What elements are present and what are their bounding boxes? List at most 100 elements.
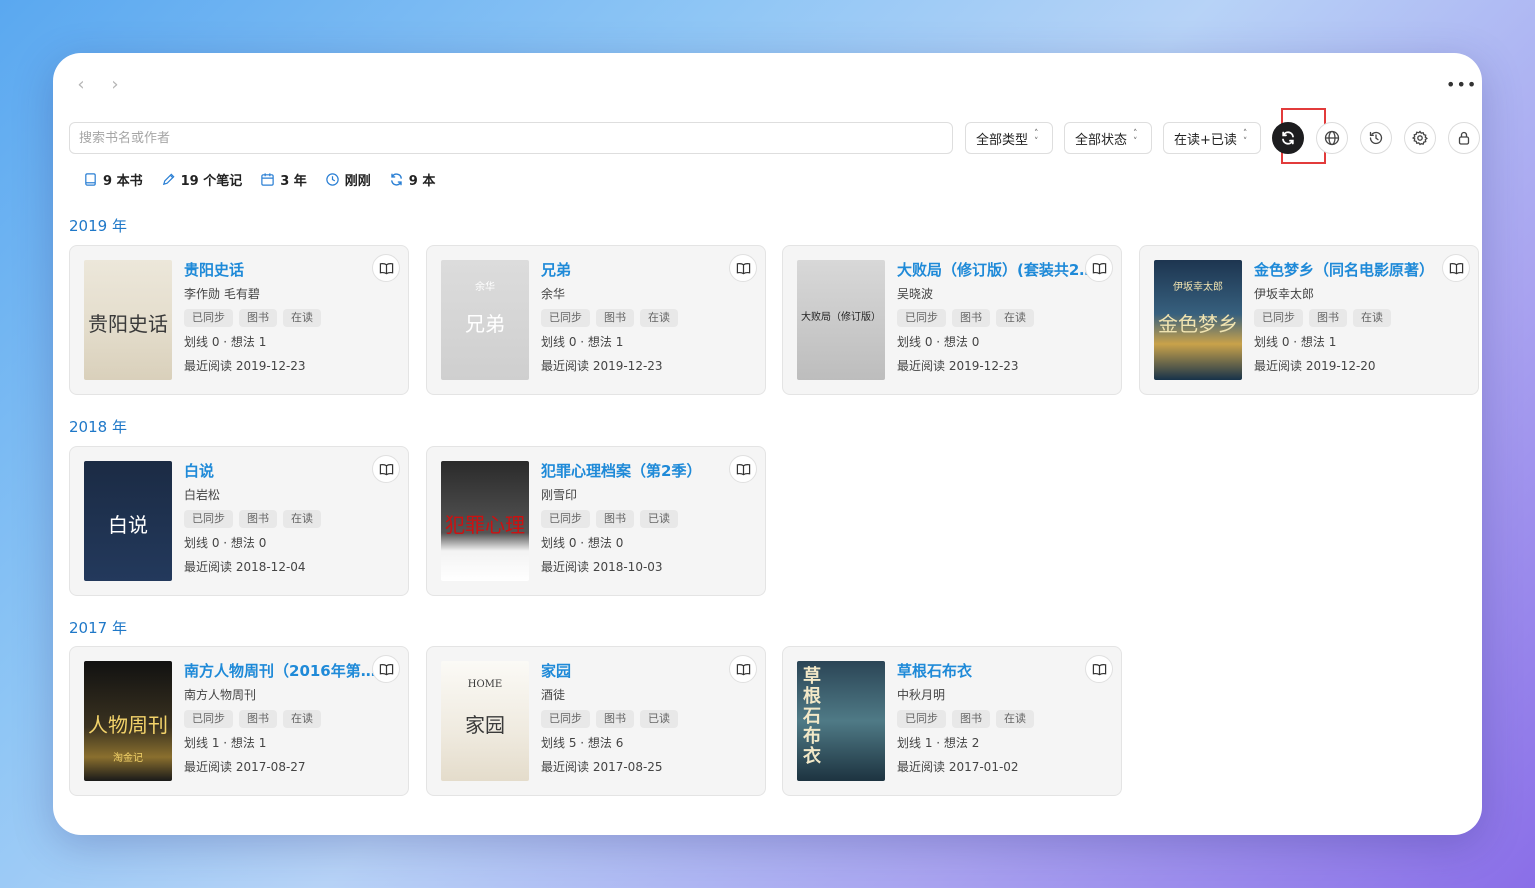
book-cover[interactable]: 家园 HOME: [441, 661, 529, 781]
book-card[interactable]: 犯罪心理 犯罪心理档案（第2季） 刚雪印 已同步 图书 已读 划线 0 · 想法…: [426, 446, 766, 596]
settings-button[interactable]: [1404, 122, 1436, 154]
book-last-read: 最近阅读 2018-10-03: [541, 560, 663, 574]
book-card[interactable]: 人物周刊 淘金记 南方人物周刊（2016年第24期） 南方人物周刊 已同步 图书…: [69, 646, 409, 796]
lock-icon: [1458, 131, 1470, 145]
book-card[interactable]: 家园 HOME 家园 酒徒 已同步 图书 已读 划线 5 · 想法 6 最近阅读…: [426, 646, 766, 796]
open-book-icon: [379, 463, 393, 475]
book-cover[interactable]: 贵阳史话: [84, 260, 172, 380]
tag-type: 图书: [239, 510, 277, 528]
open-book-button[interactable]: [372, 655, 400, 683]
book-title[interactable]: 草根石布衣: [897, 660, 1097, 682]
book-card[interactable]: 兄弟 余华 兄弟 余华 已同步 图书 在读 划线 0 · 想法 1 最近阅读 2…: [426, 245, 766, 395]
cover-subtitle: 余华: [475, 282, 495, 293]
book-tags: 已同步 图书 在读: [184, 710, 384, 728]
globe-button[interactable]: [1316, 122, 1348, 154]
book-counts: 划线 0 · 想法 1: [541, 335, 624, 349]
open-book-button[interactable]: [729, 655, 757, 683]
book-info: 兄弟 余华 已同步 图书 在读 划线 0 · 想法 1 最近阅读 2019-12…: [541, 259, 741, 375]
book-tags: 已同步 图书 已读: [541, 710, 741, 728]
cover-title: 金色梦乡: [1158, 312, 1238, 336]
sync-button[interactable]: [1272, 122, 1304, 154]
book-counts: 划线 5 · 想法 6: [541, 736, 624, 750]
tag-type: 图书: [596, 710, 634, 728]
book-counts: 划线 1 · 想法 1: [184, 736, 267, 750]
open-book-button[interactable]: [729, 455, 757, 483]
book-cover[interactable]: 兄弟 余华: [441, 260, 529, 380]
open-book-icon: [1449, 262, 1463, 274]
book-title[interactable]: 贵阳史话: [184, 259, 384, 281]
tag-sync: 已同步: [184, 309, 233, 327]
chevron-updown-icon: ˄ ˅: [1034, 129, 1039, 147]
tag-sync: 已同步: [1254, 309, 1303, 327]
book-title[interactable]: 白说: [184, 460, 384, 482]
chevron-updown-icon: ˄ ˅: [1242, 129, 1248, 147]
book-card[interactable]: 大败局（修订版） 大败局（修订版）(套装共2册) 吴晓波 已同步 图书 在读 划…: [782, 245, 1122, 395]
book-card[interactable]: 贵阳史话 贵阳史话 李作勋 毛有碧 已同步 图书 在读 划线 0 · 想法 1 …: [69, 245, 409, 395]
more-icon[interactable]: •••: [1446, 75, 1476, 95]
stat-time: 刚刚: [325, 170, 371, 189]
book-cover[interactable]: 金色梦乡 伊坂幸太郎: [1154, 260, 1242, 380]
book-counts: 划线 0 · 想法 1: [1254, 335, 1337, 349]
open-book-button[interactable]: [1085, 254, 1113, 282]
book-card[interactable]: 白说 白说 白岩松 已同步 图书 在读 划线 0 · 想法 0 最近阅读 201…: [69, 446, 409, 596]
cover-title: 兄弟: [465, 312, 505, 336]
year-heading: 2018 年: [69, 418, 127, 436]
book-card[interactable]: 草根石布衣 草根石布衣 中秋月明 已同步 图书 在读 划线 1 · 想法 2 最…: [782, 646, 1122, 796]
book-title[interactable]: 犯罪心理档案（第2季）: [541, 460, 741, 482]
book-info: 犯罪心理档案（第2季） 刚雪印 已同步 图书 已读 划线 0 · 想法 0 最近…: [541, 460, 741, 576]
book-cover[interactable]: 草根石布衣: [797, 661, 885, 781]
scope-filter-select[interactable]: 在读+已读 ˄ ˅: [1163, 122, 1261, 154]
stat-years: 3 年: [260, 170, 307, 189]
tag-status: 在读: [283, 309, 321, 327]
type-filter-label: 全部类型: [976, 132, 1029, 148]
book-title[interactable]: 家园: [541, 660, 741, 682]
scope-filter-label: 在读+已读: [1174, 132, 1237, 148]
open-book-button[interactable]: [372, 254, 400, 282]
tag-status: 在读: [996, 309, 1034, 327]
book-title[interactable]: 南方人物周刊（2016年第24期）: [184, 660, 384, 682]
book-counts: 划线 1 · 想法 2: [897, 736, 980, 750]
book-cover[interactable]: 大败局（修订版）: [797, 260, 885, 380]
book-cover[interactable]: 白说: [84, 461, 172, 581]
book-card[interactable]: 金色梦乡 伊坂幸太郎 金色梦乡（同名电影原著） 伊坂幸太郎 已同步 图书 在读 …: [1139, 245, 1479, 395]
forward-icon[interactable]: ›: [107, 75, 123, 95]
tag-sync: 已同步: [541, 510, 590, 528]
stat-synced: 9 本: [389, 170, 435, 189]
sync-icon: [390, 173, 402, 186]
book-cover[interactable]: 人物周刊 淘金记: [84, 661, 172, 781]
back-icon[interactable]: ‹: [73, 75, 89, 95]
clock-icon: [326, 173, 339, 186]
tag-status: 已读: [640, 510, 678, 528]
tag-type: 图书: [952, 309, 990, 327]
book-cover[interactable]: 犯罪心理: [441, 461, 529, 581]
book-last-read: 最近阅读 2019-12-23: [541, 359, 663, 373]
open-book-button[interactable]: [1085, 655, 1113, 683]
tag-sync: 已同步: [184, 510, 233, 528]
book-tags: 已同步 图书 在读: [541, 309, 741, 327]
book-last-read: 最近阅读 2018-12-04: [184, 560, 306, 574]
status-filter-select[interactable]: 全部状态 ˄ ˅: [1064, 122, 1152, 154]
open-book-button[interactable]: [729, 254, 757, 282]
tag-sync: 已同步: [184, 710, 233, 728]
tag-sync: 已同步: [541, 710, 590, 728]
stat-years-label: 3 年: [280, 174, 307, 189]
type-filter-select[interactable]: 全部类型 ˄ ˅: [965, 122, 1053, 154]
book-author: 刚雪印: [541, 488, 578, 502]
open-book-button[interactable]: [372, 455, 400, 483]
book-title[interactable]: 兄弟: [541, 259, 741, 281]
tag-status: 在读: [1353, 309, 1391, 327]
book-tags: 已同步 图书 在读: [1254, 309, 1454, 327]
book-last-read: 最近阅读 2019-12-20: [1254, 359, 1376, 373]
book-tags: 已同步 图书 已读: [541, 510, 741, 528]
globe-icon: [1324, 130, 1340, 146]
pencil-icon: [162, 173, 175, 186]
open-book-button[interactable]: [1442, 254, 1470, 282]
book-title[interactable]: 大败局（修订版）(套装共2册): [897, 259, 1097, 281]
lock-button[interactable]: [1448, 122, 1480, 154]
book-info: 白说 白岩松 已同步 图书 在读 划线 0 · 想法 0 最近阅读 2018-1…: [184, 460, 384, 576]
book-title[interactable]: 金色梦乡（同名电影原著）: [1254, 259, 1454, 281]
cover-title: 草根石布衣: [803, 666, 821, 767]
book-tags: 已同步 图书 在读: [184, 309, 384, 327]
search-input[interactable]: [69, 122, 953, 154]
history-button[interactable]: [1360, 122, 1392, 154]
